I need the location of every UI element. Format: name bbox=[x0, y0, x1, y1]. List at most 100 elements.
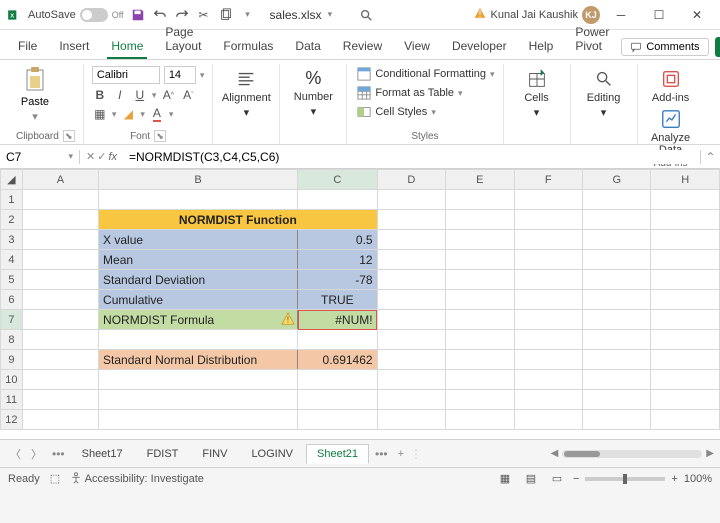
tab-home[interactable]: Home bbox=[101, 35, 153, 59]
col-header-F[interactable]: F bbox=[514, 170, 582, 190]
cell-C6[interactable]: TRUE bbox=[298, 290, 377, 310]
col-header-H[interactable]: H bbox=[651, 170, 720, 190]
cells-button[interactable]: Cells ▾ bbox=[512, 64, 562, 119]
tab-developer[interactable]: Developer bbox=[442, 35, 517, 59]
cell-C5[interactable]: -78 bbox=[298, 270, 377, 290]
cell-C7[interactable]: #NUM! bbox=[298, 310, 377, 330]
alignment-button[interactable]: Alignment ▾ bbox=[221, 64, 271, 119]
cell-B3[interactable]: X value bbox=[99, 230, 298, 250]
zoom-thumb[interactable] bbox=[623, 474, 627, 484]
border-icon[interactable]: ▦ bbox=[92, 106, 108, 122]
paste-dropdown-icon[interactable]: ▾ bbox=[32, 110, 38, 123]
toggle-switch[interactable] bbox=[80, 8, 108, 22]
sheet-nav-next-icon[interactable]: 〉 bbox=[27, 446, 46, 462]
font-color-icon[interactable]: A bbox=[149, 106, 165, 122]
col-header-E[interactable]: E bbox=[446, 170, 514, 190]
row-header-2[interactable]: 2 bbox=[1, 210, 23, 230]
scroll-thumb[interactable] bbox=[564, 451, 600, 457]
cell-header-title[interactable]: NORMDIST Function bbox=[99, 210, 378, 230]
sheet-tab-fdist[interactable]: FDIST bbox=[136, 444, 190, 464]
scroll-track[interactable] bbox=[562, 450, 702, 458]
cell-B4[interactable]: Mean bbox=[99, 250, 298, 270]
cancel-formula-icon[interactable]: ✕ bbox=[86, 150, 95, 163]
tab-help[interactable]: Help bbox=[519, 35, 564, 59]
copy-icon[interactable] bbox=[218, 7, 234, 23]
tab-formulas[interactable]: Formulas bbox=[213, 35, 283, 59]
maximize-icon[interactable]: ☐ bbox=[642, 0, 676, 30]
share-button[interactable] bbox=[715, 37, 720, 57]
cell-styles-button[interactable]: Cell Styles▾ bbox=[357, 104, 494, 120]
col-header-D[interactable]: D bbox=[377, 170, 445, 190]
normal-view-icon[interactable]: ▦ bbox=[495, 471, 515, 487]
spreadsheet-grid[interactable]: ◢ A B C D E F G H 1 2NORMDIST Function 3… bbox=[0, 169, 720, 439]
zoom-in-icon[interactable]: + bbox=[671, 473, 677, 485]
tab-page-layout[interactable]: Page Layout bbox=[155, 21, 211, 59]
clipboard-launcher-icon[interactable]: ⬊ bbox=[63, 130, 75, 142]
font-launcher-icon[interactable]: ⬊ bbox=[154, 130, 166, 142]
close-icon[interactable]: ✕ bbox=[680, 0, 714, 30]
qat-dropdown-icon[interactable]: ▾ bbox=[240, 7, 256, 23]
formula-input[interactable] bbox=[123, 150, 700, 164]
autosave-toggle[interactable]: AutoSave Off bbox=[28, 8, 124, 22]
bold-icon[interactable]: B bbox=[92, 87, 108, 103]
col-header-G[interactable]: G bbox=[582, 170, 650, 190]
enter-formula-icon[interactable]: ✓ bbox=[97, 150, 106, 163]
tab-view[interactable]: View bbox=[394, 35, 440, 59]
conditional-formatting-button[interactable]: Conditional Formatting▾ bbox=[357, 66, 494, 82]
page-layout-view-icon[interactable]: ▤ bbox=[521, 471, 541, 487]
zoom-slider[interactable] bbox=[585, 477, 665, 481]
row-header-8[interactable]: 8 bbox=[1, 330, 23, 350]
name-box[interactable]: C7 ▾ bbox=[0, 150, 80, 164]
font-name-select[interactable] bbox=[92, 66, 160, 84]
addins-button[interactable]: Add-ins bbox=[646, 64, 696, 104]
row-header-9[interactable]: 9 bbox=[1, 350, 23, 370]
save-icon[interactable] bbox=[130, 7, 146, 23]
underline-icon[interactable]: U bbox=[132, 87, 148, 103]
filename-dropdown-icon[interactable]: ▾ bbox=[328, 9, 333, 20]
cell-C9[interactable]: 0.691462 bbox=[298, 350, 377, 370]
fill-color-icon[interactable]: ◢ bbox=[120, 106, 136, 122]
font-size-select[interactable] bbox=[164, 66, 196, 84]
tab-review[interactable]: Review bbox=[333, 35, 392, 59]
sheet-tab-finv[interactable]: FINV bbox=[191, 444, 238, 464]
row-header-1[interactable]: 1 bbox=[1, 190, 23, 210]
cell-B5[interactable]: Standard Deviation bbox=[99, 270, 298, 290]
sheet-overflow-left-icon[interactable]: ••• bbox=[48, 447, 69, 461]
cell-B6[interactable]: Cumulative bbox=[99, 290, 298, 310]
analyze-button[interactable]: Analyze Data bbox=[646, 104, 696, 156]
sheet-overflow-right-icon[interactable]: ••• bbox=[371, 447, 392, 461]
sheet-tab-sheet21[interactable]: Sheet21 bbox=[306, 444, 369, 464]
decrease-font-icon[interactable]: Aˇ bbox=[180, 87, 196, 103]
comments-button[interactable]: Comments bbox=[621, 38, 708, 56]
expand-formula-icon[interactable]: ⌃ bbox=[700, 150, 720, 164]
new-sheet-icon[interactable]: + bbox=[394, 448, 408, 460]
editing-button[interactable]: Editing ▾ bbox=[579, 64, 629, 119]
tab-data[interactable]: Data bbox=[285, 35, 330, 59]
paste-button[interactable]: Paste ▾ bbox=[16, 66, 54, 123]
tab-insert[interactable]: Insert bbox=[49, 35, 99, 59]
increase-font-icon[interactable]: A^ bbox=[160, 87, 176, 103]
cell-C3[interactable]: 0.5 bbox=[298, 230, 377, 250]
error-warning-icon[interactable]: ! bbox=[281, 312, 295, 329]
scroll-right-icon[interactable]: ▶ bbox=[706, 448, 714, 459]
row-header-6[interactable]: 6 bbox=[1, 290, 23, 310]
zoom-level[interactable]: 100% bbox=[684, 473, 712, 485]
namebox-dropdown-icon[interactable]: ▾ bbox=[68, 151, 73, 162]
row-header-11[interactable]: 11 bbox=[1, 390, 23, 410]
col-header-A[interactable]: A bbox=[22, 170, 98, 190]
col-header-B[interactable]: B bbox=[99, 170, 298, 190]
accessibility-status[interactable]: Accessibility: Investigate bbox=[70, 472, 204, 485]
cell-B9[interactable]: Standard Normal Distribution bbox=[99, 350, 298, 370]
zoom-out-icon[interactable]: − bbox=[573, 473, 579, 485]
select-all-corner[interactable]: ◢ bbox=[1, 170, 23, 190]
sheet-nav-prev-icon[interactable]: 〈 bbox=[6, 446, 25, 462]
row-header-12[interactable]: 12 bbox=[1, 410, 23, 430]
scroll-left-icon[interactable]: ◀ bbox=[551, 448, 559, 459]
number-button[interactable]: % Number ▾ bbox=[288, 64, 338, 118]
warning-icon[interactable] bbox=[473, 6, 487, 23]
row-header-3[interactable]: 3 bbox=[1, 230, 23, 250]
sheet-tab-sheet17[interactable]: Sheet17 bbox=[71, 444, 134, 464]
macro-record-icon[interactable]: ⬚ bbox=[50, 472, 60, 485]
row-header-4[interactable]: 4 bbox=[1, 250, 23, 270]
row-header-5[interactable]: 5 bbox=[1, 270, 23, 290]
